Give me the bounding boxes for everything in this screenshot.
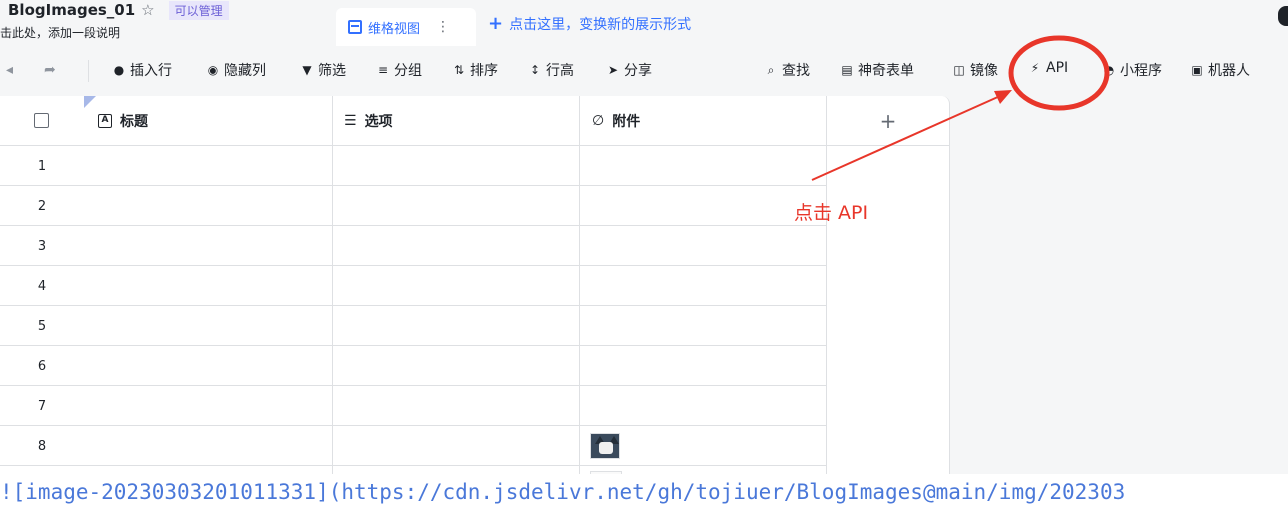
send-icon: ➤ <box>607 63 619 77</box>
hide-columns-label: 隐藏列 <box>224 63 266 79</box>
magic-form-button[interactable]: ▤ 神奇表单 <box>840 60 914 80</box>
robot-label: 机器人 <box>1208 63 1250 79</box>
redo-icon[interactable]: ➦ <box>44 62 56 78</box>
mini-program-icon: ◔ <box>1103 63 1115 77</box>
datasheet-title[interactable]: BlogImages_01 <box>8 1 135 19</box>
tab-grid-view[interactable]: 维格视图 ⋮ <box>336 8 476 46</box>
table-row[interactable]: 2 <box>0 186 826 226</box>
table-row[interactable]: 6 <box>0 346 826 386</box>
undo-icon[interactable]: ◂ <box>6 62 13 78</box>
annotation-label: 点击 API <box>794 202 869 224</box>
form-icon: ▤ <box>841 63 853 77</box>
robot-button[interactable]: ▣ 机器人 <box>1190 60 1250 80</box>
magic-form-label: 神奇表单 <box>858 63 914 79</box>
column-divider <box>826 96 827 474</box>
description[interactable]: 击此处，添加一段说明 <box>0 24 120 41</box>
sort-label: 排序 <box>470 63 498 79</box>
paperclip-icon: ∅ <box>592 113 605 129</box>
sort-button[interactable]: ⇅ 排序 <box>452 60 498 80</box>
permission-badge: 可以管理 <box>168 0 229 20</box>
robot-icon: ▣ <box>1191 63 1203 77</box>
column-header-options[interactable]: ☰ 选项 <box>344 96 393 146</box>
api-label: API <box>1046 60 1069 76</box>
column-header-attachment[interactable]: ∅ 附件 <box>592 96 640 146</box>
group-button[interactable]: ≡ 分组 <box>376 60 422 80</box>
mini-program-button[interactable]: ◔ 小程序 <box>1102 60 1162 80</box>
column-header-title[interactable]: A 标题 <box>98 96 148 146</box>
row-height-label: 行高 <box>546 63 574 79</box>
mirror-label: 镜像 <box>970 63 998 79</box>
row-height-icon: ↕ <box>529 63 541 77</box>
api-button[interactable]: ⚡ API <box>1028 60 1068 76</box>
row-number: 6 <box>37 358 47 374</box>
grid-header: A 标题 ☰ 选项 ∅ 附件 + <box>0 96 949 146</box>
plus-icon: + <box>488 13 504 34</box>
add-view-button[interactable]: + 点击这里，变换新的展示形式 <box>488 14 691 34</box>
row-number: 4 <box>37 278 47 294</box>
column-label: 选项 <box>364 114 393 130</box>
filter-button[interactable]: ▼ 筛选 <box>300 60 346 80</box>
table-row[interactable]: 4 <box>0 266 826 306</box>
row-number: 2 <box>37 198 47 214</box>
column-label: 标题 <box>120 114 148 130</box>
share-button[interactable]: ➤ 分享 <box>606 60 652 80</box>
markdown-image-link: ![image-20230303201011331](https://cdn.j… <box>0 474 1288 510</box>
table-row[interactable] <box>0 466 826 474</box>
plug-icon: ⚡ <box>1030 61 1040 75</box>
row-number: 8 <box>37 438 47 454</box>
group-label: 分组 <box>394 63 422 79</box>
search-button[interactable]: ⌕ 查找 <box>764 60 810 80</box>
table-row[interactable]: 1 <box>0 146 826 186</box>
mini-program-label: 小程序 <box>1120 63 1162 79</box>
row-height-button[interactable]: ↕ 行高 <box>528 60 574 80</box>
insert-row-label: 插入行 <box>130 63 172 79</box>
attachment-thumbnail[interactable] <box>590 433 620 459</box>
add-view-label: 点击这里，变换新的展示形式 <box>509 17 692 33</box>
grid-view-icon <box>348 20 362 34</box>
insert-row-button[interactable]: ● 插入行 <box>112 60 172 80</box>
filter-icon: ▼ <box>302 63 312 77</box>
select-all-checkbox[interactable] <box>34 113 49 128</box>
column-label: 附件 <box>612 114 641 130</box>
datasheet-grid: A 标题 ☰ 选项 ∅ 附件 + 1 2 3 4 5 6 7 8 <box>0 96 950 474</box>
hide-columns-button[interactable]: ◉ 隐藏列 <box>206 60 266 80</box>
title-row: BlogImages_01 ☆ 可以管理 <box>8 0 229 20</box>
text-field-icon: A <box>98 114 112 128</box>
filter-label: 筛选 <box>318 63 346 79</box>
sort-icon: ⇅ <box>453 63 465 77</box>
mirror-icon: ◫ <box>953 63 965 77</box>
search-icon: ⌕ <box>767 62 775 77</box>
header: BlogImages_01 ☆ 可以管理 击此处，添加一段说明 维格视图 ⋮ +… <box>0 0 1288 46</box>
table-row[interactable]: 5 <box>0 306 826 346</box>
row-number: 1 <box>37 158 47 174</box>
toolbar: ◂ ➦ ● 插入行 ◉ 隐藏列 ▼ 筛选 ≡ 分组 ⇅ 排序 ↕ 行高 ➤ 分享… <box>0 46 1288 96</box>
row-number: 7 <box>37 398 47 414</box>
table-row[interactable]: 3 <box>0 226 826 266</box>
row-number: 5 <box>37 318 47 334</box>
tab-label: 维格视图 <box>368 21 421 37</box>
row-number: 3 <box>37 238 47 254</box>
search-label: 查找 <box>782 63 810 79</box>
table-row[interactable]: 7 <box>0 386 826 426</box>
star-icon[interactable]: ☆ <box>141 1 154 19</box>
add-column-button[interactable]: + <box>826 96 949 146</box>
eye-icon: ◉ <box>207 63 219 77</box>
toolbar-divider <box>88 60 89 82</box>
frozen-column-marker <box>84 96 96 108</box>
table-row[interactable]: 8 <box>0 426 826 466</box>
options-icon: ☰ <box>344 113 357 129</box>
plus-circle-icon: ● <box>113 63 125 77</box>
group-icon: ≡ <box>377 63 389 77</box>
more-icon[interactable]: ⋮ <box>436 19 450 35</box>
avatar[interactable] <box>1278 6 1288 26</box>
share-label: 分享 <box>624 63 652 79</box>
mirror-button[interactable]: ◫ 镜像 <box>952 60 998 80</box>
